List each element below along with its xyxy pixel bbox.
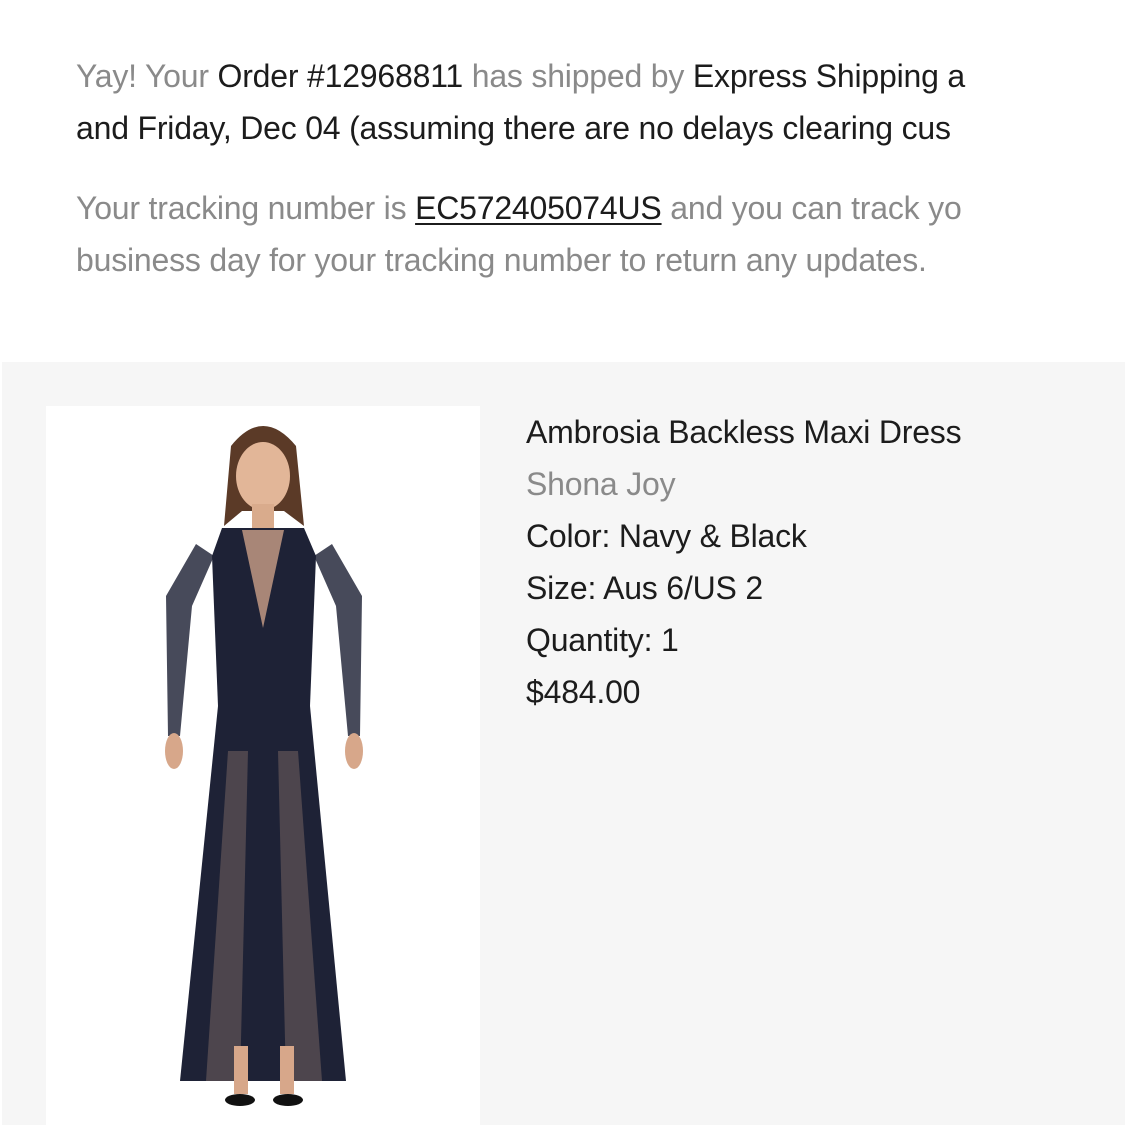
tracking-number-link[interactable]: EC572405074US xyxy=(415,190,662,226)
message-middle: has shipped by xyxy=(463,58,693,94)
shipping-message: Yay! Your Order #12968811 has shipped by… xyxy=(76,50,1125,286)
product-photo[interactable] xyxy=(46,406,480,1125)
shipping-line-1: Yay! Your Order #12968811 has shipped by… xyxy=(76,50,1125,102)
product-name[interactable]: Ambrosia Backless Maxi Dress xyxy=(526,406,962,458)
product-color: Color: Navy & Black xyxy=(526,518,807,554)
delivery-estimate: and Friday, Dec 04 (assuming there are n… xyxy=(76,110,951,146)
message-prefix: Yay! Your xyxy=(76,58,218,94)
tracking-line-2: business day for your tracking number to… xyxy=(76,242,927,278)
tracking-suffix: and you can track yo xyxy=(661,190,962,226)
product-details: Ambrosia Backless Maxi Dress Shona Joy C… xyxy=(526,406,962,718)
product-price: $484.00 xyxy=(526,674,641,710)
shipping-method: Express Shipping a xyxy=(692,58,966,94)
tracking-line-1: Your tracking number is EC572405074US an… xyxy=(76,182,1125,234)
order-number: Order #12968811 xyxy=(217,58,464,94)
product-size: Size: Aus 6/US 2 xyxy=(526,570,763,606)
product-quantity: Quantity: 1 xyxy=(526,622,679,658)
tracking-prefix: Your tracking number is xyxy=(76,190,416,226)
product-brand: Shona Joy xyxy=(526,466,676,502)
dress-illustration xyxy=(165,426,363,1106)
